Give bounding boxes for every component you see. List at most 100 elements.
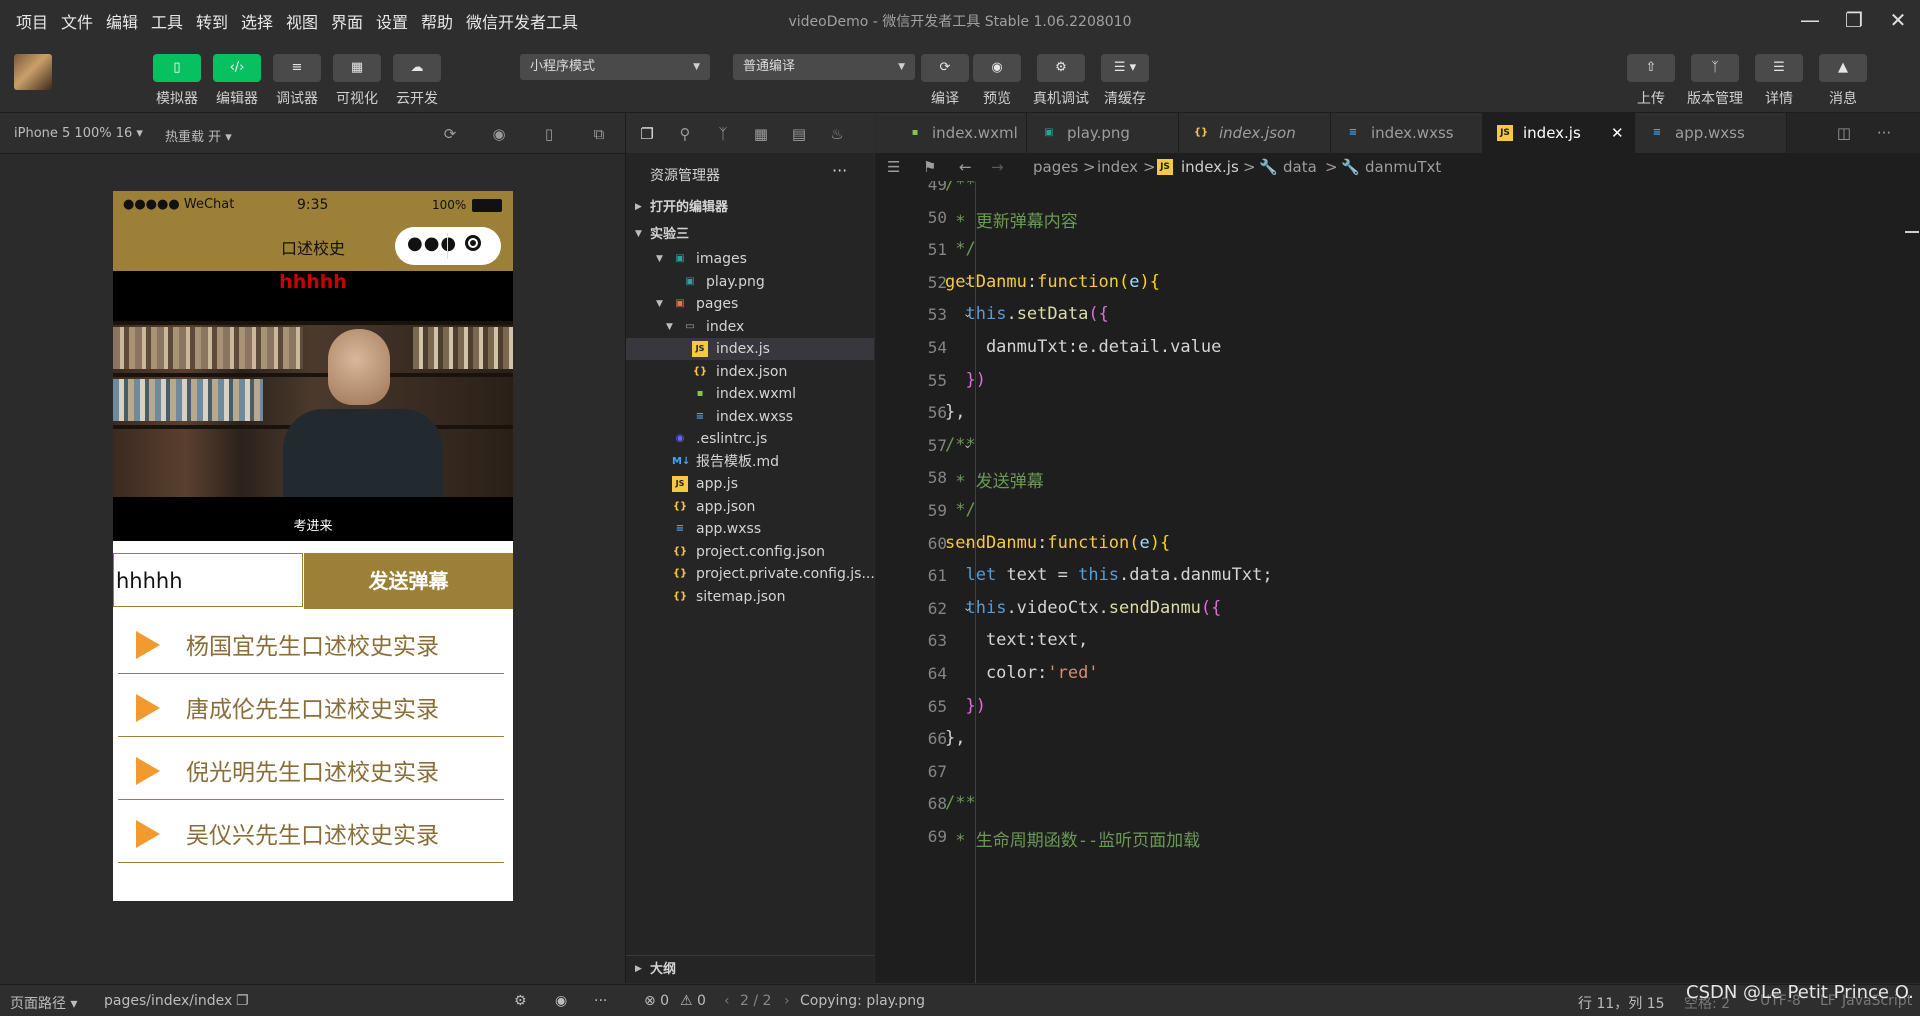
popout-icon[interactable]: ⧉ [590, 125, 608, 143]
file-tree-item[interactable]: ▼ ▣ images [626, 248, 874, 270]
fold-chevron-icon[interactable]: ⌄ [963, 307, 972, 320]
send-danmu-button[interactable]: 发送弹幕 [304, 553, 513, 609]
avatar[interactable] [14, 54, 52, 90]
pager-prev-icon[interactable]: ‹ [724, 993, 730, 1009]
menu-file[interactable]: 文件 [61, 9, 93, 33]
preview-button[interactable]: ◉ [973, 54, 1021, 82]
remote-debug-button[interactable]: ⚙ [1037, 54, 1085, 82]
record-icon[interactable]: ◉ [490, 125, 508, 143]
menu-wechat-devtools[interactable]: 微信开发者工具 [466, 9, 578, 33]
page-path-dropdown[interactable]: 页面路径 ▾ [10, 993, 77, 1013]
details-button[interactable]: ☰ [1755, 54, 1803, 82]
tab-app-wxss[interactable]: ≡ app.wxss [1635, 113, 1787, 153]
section-outline[interactable]: ▶ 大纲 [626, 955, 874, 983]
bookmark-icon[interactable]: ⚑ [923, 153, 936, 181]
list-item[interactable]: 唐成伦先生口述校史实录 [118, 674, 504, 737]
menu-interface[interactable]: 界面 [331, 9, 363, 33]
compile-select[interactable]: 普通编译 ▼ [733, 54, 915, 80]
eye-icon[interactable]: ◉ [555, 993, 567, 1009]
editor-button[interactable]: ‹/› [213, 54, 261, 82]
list-item[interactable]: 吴仪兴先生口述校史实录 [118, 800, 504, 863]
breadcrumb-item[interactable]: data [1283, 153, 1317, 181]
copy-icon[interactable]: ❐ [236, 993, 249, 1009]
warning-count[interactable]: ⚠ 0 [680, 993, 706, 1009]
menu-view[interactable]: 视图 [286, 9, 318, 33]
simulator-button[interactable]: ▯ [153, 54, 201, 82]
cloud-dev-button[interactable]: ☁ [393, 54, 441, 82]
menu-settings[interactable]: 设置 [376, 9, 408, 33]
tab-index-json[interactable]: {} index.json [1179, 113, 1331, 153]
docker-icon[interactable]: ♨ [828, 125, 846, 143]
breadcrumb-item[interactable]: index.js [1181, 153, 1239, 181]
clear-cache-button[interactable]: ☰ ▾ [1101, 54, 1149, 82]
capsule-menu[interactable]: ●●● [395, 227, 501, 265]
more-icon[interactable]: ··· [832, 161, 847, 180]
rotate-icon[interactable]: ⟳ [441, 125, 459, 143]
list-item[interactable]: 杨国宜先生口述校史实录 [118, 611, 504, 674]
menu-project[interactable]: 项目 [16, 9, 48, 33]
bug-icon[interactable]: ⚙ [514, 993, 527, 1009]
breadcrumb-item[interactable]: pages [1033, 153, 1078, 181]
files-icon[interactable]: ❐ [638, 125, 656, 143]
messages-button[interactable]: ▲ [1819, 54, 1867, 82]
back-arrow-icon[interactable]: ← [959, 153, 972, 181]
search-icon[interactable]: ⚲ [676, 125, 694, 143]
mode-select[interactable]: 小程序模式 ▼ [520, 54, 710, 80]
file-tree-item[interactable]: ▼ ▭ index [626, 316, 874, 338]
file-tree-item[interactable]: {} sitemap.json [626, 586, 874, 608]
minimize-icon[interactable]: — [1790, 6, 1830, 34]
menu-tools[interactable]: 工具 [151, 9, 183, 33]
visualize-button[interactable]: ▦ [333, 54, 381, 82]
forward-arrow-icon[interactable]: → [991, 153, 1004, 181]
file-tree-item[interactable]: JS app.js [626, 473, 874, 495]
fold-chevron-icon[interactable]: ⌄ [963, 601, 972, 614]
source-control-icon[interactable]: ᛉ [714, 125, 732, 143]
split-editor-icon[interactable]: ◫ [1835, 124, 1853, 142]
extensions-icon[interactable]: ▦ [752, 125, 770, 143]
hot-reload-toggle[interactable]: 热重载 开 ▾ [165, 126, 232, 145]
fold-chevron-icon[interactable]: ⌄ [963, 536, 972, 549]
file-tree-item[interactable]: {} app.json [626, 496, 874, 518]
debugger-button[interactable]: ≡ [273, 54, 321, 82]
fold-chevron-icon[interactable]: ⌄ [963, 438, 972, 451]
more-dots-icon[interactable]: ··· [594, 993, 607, 1009]
more-dots-icon[interactable]: ●●● [407, 233, 457, 254]
tab-index-js[interactable]: JS index.js ✕ [1483, 113, 1635, 153]
tab-play-png[interactable]: ▣ play.png [1027, 113, 1179, 153]
file-tree-item[interactable]: ▣ play.png [626, 271, 874, 293]
danmu-input[interactable]: hhhhh [113, 553, 303, 607]
video-player[interactable]: hhhhh 考进来 [113, 271, 513, 541]
list-item[interactable]: 倪光明先生口述校史实录 [118, 737, 504, 800]
file-tree-item[interactable]: {} index.json [626, 361, 874, 383]
section-project[interactable]: ▼ 实验三 [626, 221, 874, 248]
menu-goto[interactable]: 转到 [196, 9, 228, 33]
menu-edit[interactable]: 编辑 [106, 9, 138, 33]
upload-button[interactable]: ⇧ [1627, 54, 1675, 82]
menu-help[interactable]: 帮助 [421, 9, 453, 33]
file-tree-item[interactable]: ◉ .eslintrc.js [626, 428, 874, 450]
tab-index-wxml[interactable]: index.wxml ▪ [875, 113, 1027, 153]
pager-next-icon[interactable]: › [784, 993, 790, 1009]
breadcrumb-item[interactable]: danmuTxt [1365, 153, 1441, 181]
device-select[interactable]: iPhone 5 100% 16 ▾ [14, 126, 143, 141]
file-tree-item[interactable]: {} project.config.json [626, 541, 874, 563]
outline-toggle-icon[interactable]: ☰ [887, 153, 900, 181]
code-editor[interactable]: 49/** 50 * 更新弹幕内容 51 */52 getDanmu:function… [875, 181, 1920, 983]
more-actions-icon[interactable]: ··· [1875, 124, 1893, 142]
close-tab-icon[interactable]: ✕ [1611, 113, 1624, 153]
phone-frame-icon[interactable]: ▯ [540, 125, 558, 143]
section-open-editors[interactable]: ▶ 打开的编辑器 [626, 194, 874, 221]
preview-panel-icon[interactable]: ▤ [790, 125, 808, 143]
file-tree-item[interactable]: ▼ ▣ pages [626, 293, 874, 315]
restore-icon[interactable]: ❐ [1834, 6, 1874, 34]
fold-chevron-icon[interactable]: ⌄ [963, 275, 972, 288]
breadcrumb-item[interactable]: index [1097, 153, 1138, 181]
file-tree-item[interactable]: JS index.js [626, 338, 874, 360]
close-window-icon[interactable]: ✕ [1878, 6, 1918, 34]
file-tree-item[interactable]: ≡ app.wxss [626, 518, 874, 540]
error-count[interactable]: ⊗ 0 [644, 993, 669, 1009]
file-tree-item[interactable]: {} project.private.config.js... [626, 563, 875, 585]
tab-index-wxss[interactable]: ≡ index.wxss [1331, 113, 1483, 153]
version-button[interactable]: ᛉ [1691, 54, 1739, 82]
compile-button[interactable]: ⟳ [921, 54, 969, 82]
